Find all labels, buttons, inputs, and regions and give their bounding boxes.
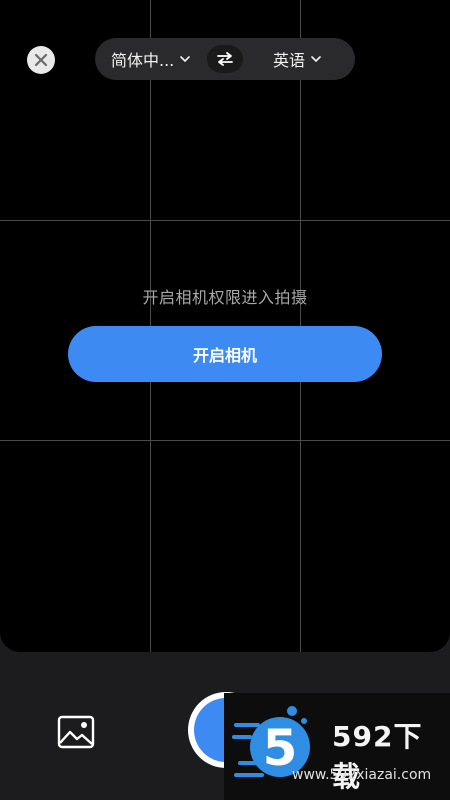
close-button[interactable] — [27, 46, 55, 74]
chevron-down-icon — [180, 56, 191, 62]
swap-icon — [217, 52, 233, 66]
open-camera-button[interactable]: 开启相机 — [68, 326, 382, 382]
source-language-label: 简体中... — [111, 51, 175, 70]
camera-permission-hint: 开启相机权限进入拍摄 — [142, 288, 308, 307]
source-language-dropdown[interactable]: 简体中... — [111, 38, 191, 80]
watermark-logo: 5 592下载 www.592xiazai.com — [224, 693, 450, 800]
camera-viewfinder: 简体中... 英语 开启相机权限进入拍摄 开启相机 — [0, 0, 450, 652]
watermark-brand: 592下载 — [332, 720, 423, 793]
close-icon — [34, 53, 48, 67]
grid-line — [0, 220, 450, 221]
gallery-button[interactable] — [57, 713, 95, 751]
watermark-url: www.592xiazai.com — [292, 767, 432, 783]
gallery-icon — [57, 715, 95, 749]
target-language-dropdown[interactable]: 英语 — [273, 38, 321, 80]
swap-languages-button[interactable] — [207, 45, 243, 73]
grid-line — [0, 440, 450, 441]
language-selector-bar: 简体中... 英语 — [95, 38, 355, 80]
chevron-down-icon — [311, 56, 321, 62]
target-language-label: 英语 — [273, 51, 306, 70]
